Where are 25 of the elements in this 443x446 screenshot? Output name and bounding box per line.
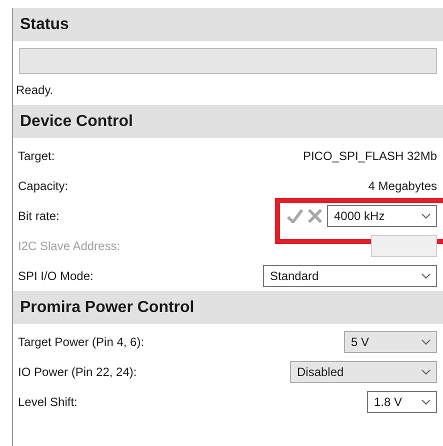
section-title: Status [20, 16, 69, 34]
dropdown[interactable]: 5 V [344, 331, 437, 353]
section-title: Promira Power Control [20, 298, 194, 316]
dropdown[interactable]: Standard [263, 265, 437, 287]
value-text: 4 Megabytes [368, 179, 437, 193]
field-label: Target: [18, 149, 55, 163]
value-text: PICO_SPI_FLASH 32Mb [302, 149, 437, 163]
dropdown[interactable]: 1.8 V [367, 391, 437, 413]
caret-icon [421, 273, 431, 279]
section-title: Device Control [20, 112, 133, 130]
caret-icon [421, 213, 431, 219]
status-text: Ready. [16, 83, 54, 97]
field-label: I2C Slave Address: [18, 239, 120, 253]
dropdown[interactable]: 4000 kHz [327, 205, 437, 227]
close-icon[interactable] [307, 209, 323, 223]
caret-icon [421, 369, 431, 375]
field-label: Target Power (Pin 4, 6): [18, 335, 144, 349]
caret-icon [421, 399, 431, 405]
field-label: Bit rate: [18, 209, 60, 223]
dropdown[interactable]: Disabled [290, 361, 437, 383]
field-label: Level Shift: [18, 395, 78, 409]
field-label: IO Power (Pin 22, 24): [18, 365, 137, 379]
field-label: SPI I/O Mode: [18, 269, 94, 283]
field-label: Capacity: [18, 179, 68, 193]
caret-icon [421, 339, 431, 345]
